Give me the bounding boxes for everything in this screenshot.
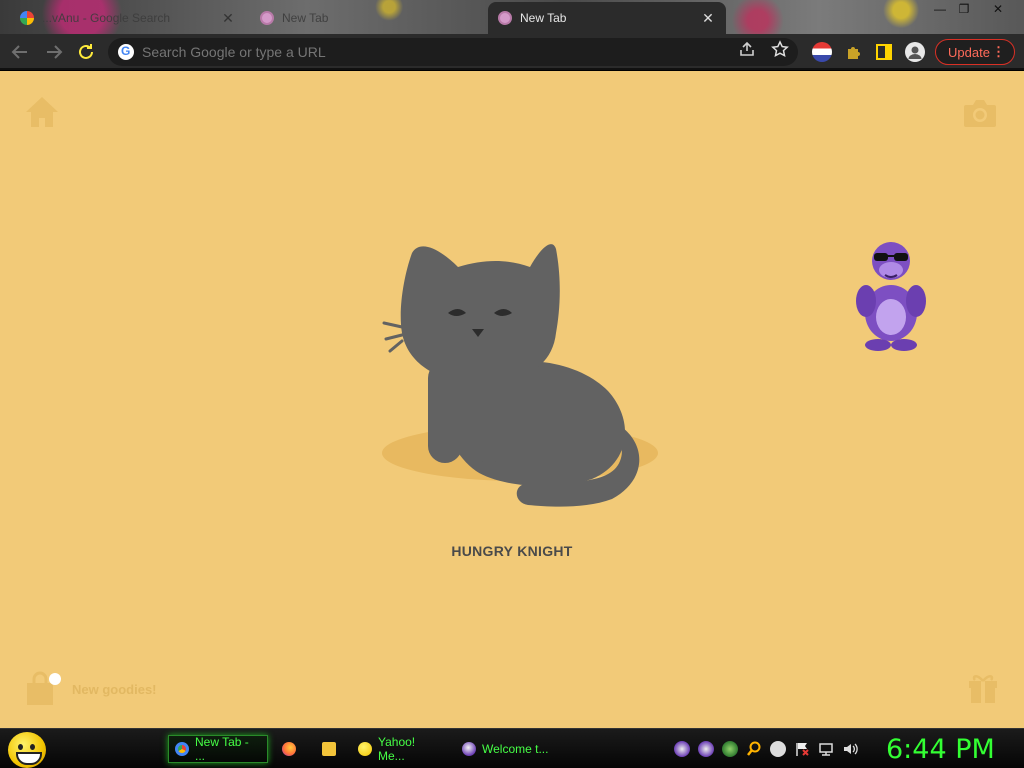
taskbar: New Tab - ... Yahoo! Me... Welcome t... …	[0, 728, 1024, 768]
new-goodies-button[interactable]: New goodies!	[24, 671, 157, 707]
task-firefox[interactable]	[276, 735, 306, 763]
tab-new-tab-active[interactable]: New Tab ✕	[488, 2, 726, 34]
task-yahoo-messenger[interactable]: Yahoo! Me...	[352, 735, 450, 763]
address-bar[interactable]	[108, 38, 798, 66]
tray-flag-icon[interactable]	[794, 741, 810, 757]
shopping-bag-icon	[27, 671, 61, 705]
purple-gorilla-icon[interactable]	[848, 237, 934, 353]
tray-network-icon[interactable]	[818, 741, 834, 757]
back-button[interactable]	[8, 40, 32, 64]
tab-strip: ...vAnu - Google Search ✕ New Tab New Ta…	[0, 0, 1024, 34]
tab-title: ...vAnu - Google Search	[42, 11, 171, 25]
google-favicon-icon	[20, 11, 34, 25]
tray-bonzi-icon[interactable]	[674, 741, 690, 757]
bonzi-icon	[462, 742, 476, 756]
omnibox-input[interactable]	[142, 44, 702, 60]
folder-icon	[322, 742, 336, 756]
arrow-left-icon	[11, 45, 27, 59]
task-chrome-new-tab[interactable]: New Tab - ...	[168, 735, 268, 763]
tray-bonzi-icon[interactable]	[722, 741, 738, 757]
cat-favicon-icon	[498, 11, 512, 25]
reload-icon	[79, 44, 93, 59]
update-button[interactable]: Update ⋮	[935, 39, 1015, 65]
cat-illustration[interactable]	[380, 241, 670, 511]
taskbar-clock[interactable]: 6:44 PM	[886, 734, 995, 765]
tray-search-icon[interactable]	[746, 741, 762, 757]
google-icon	[118, 44, 134, 60]
tab-title: New Tab	[520, 11, 567, 25]
close-window-button[interactable]: ✕	[988, 2, 1008, 16]
tab-close-icon[interactable]: ✕	[700, 10, 716, 27]
cat-whiskers	[382, 321, 404, 353]
new-goodies-label: New goodies!	[72, 681, 157, 697]
start-button-smiley-icon[interactable]	[8, 732, 46, 768]
tray-messenger-icon[interactable]	[770, 741, 786, 757]
profile-avatar-icon[interactable]	[905, 42, 925, 62]
update-label: Update	[948, 44, 990, 60]
tab-close-icon[interactable]: ✕	[220, 10, 236, 27]
minimize-button[interactable]: —	[930, 2, 950, 16]
share-icon[interactable]	[738, 40, 756, 62]
task-welcome[interactable]: Welcome t...	[456, 735, 556, 763]
reload-button[interactable]	[74, 40, 98, 64]
extensions-puzzle-icon[interactable]	[844, 42, 864, 62]
arrow-right-icon	[47, 45, 63, 59]
flag-extension-icon[interactable]	[812, 42, 832, 62]
cat-front-leg	[472, 379, 506, 463]
restore-button[interactable]: ❐	[954, 2, 974, 16]
task-label: Yahoo! Me...	[378, 735, 416, 763]
chrome-icon	[175, 742, 189, 756]
tab-title: New Tab	[282, 11, 329, 25]
tab-new-tab-1[interactable]: New Tab	[250, 4, 484, 32]
yahoo-messenger-icon	[358, 742, 372, 756]
side-panel-icon[interactable]	[874, 42, 894, 62]
forward-button[interactable]	[42, 40, 66, 64]
menu-kebab-icon[interactable]: ⋮	[992, 44, 1005, 60]
home-icon[interactable]	[24, 95, 60, 129]
cat-favicon-icon	[260, 11, 274, 25]
task-file-explorer[interactable]	[316, 735, 346, 763]
task-label: New Tab - ...	[195, 735, 249, 763]
browser-toolbar: Update ⋮	[0, 34, 1024, 70]
tab-google-search[interactable]: ...vAnu - Google Search ✕	[10, 4, 246, 32]
cat-head	[400, 244, 560, 383]
tray-volume-icon[interactable]	[842, 741, 858, 757]
bookmark-star-icon[interactable]	[771, 40, 789, 62]
tray-bonzi-icon[interactable]	[698, 741, 714, 757]
firefox-icon	[282, 742, 296, 756]
camera-icon[interactable]	[962, 97, 998, 129]
task-label: Welcome t...	[482, 742, 549, 756]
cat-name-label: HUNGRY KNIGHT	[451, 543, 573, 559]
gift-icon[interactable]	[966, 669, 1000, 705]
new-tab-page: HUNGRY KNIGHT New goodies!	[0, 71, 1024, 728]
